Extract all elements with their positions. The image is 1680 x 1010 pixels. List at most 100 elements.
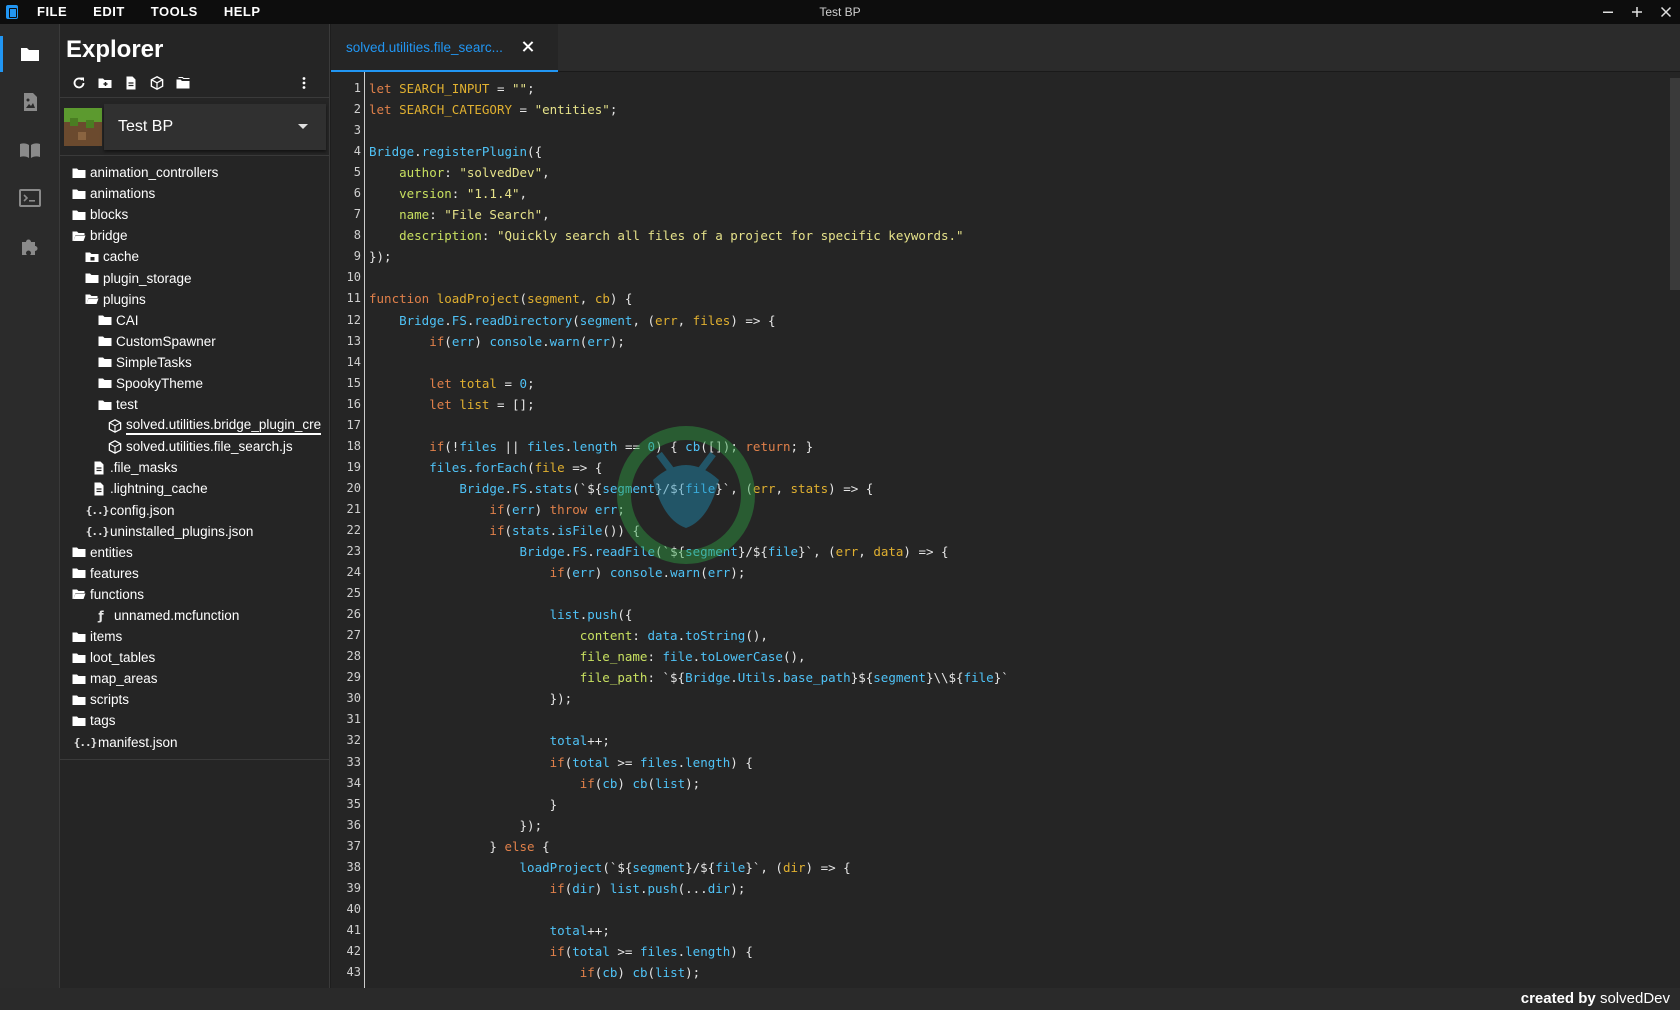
code-line[interactable]: Bridge.registerPlugin({ xyxy=(369,141,1009,162)
tab-file-search[interactable]: solved.utilities.file_searc... xyxy=(331,24,558,72)
tree-folder[interactable]: features xyxy=(60,563,329,584)
tree-folder[interactable]: map_areas xyxy=(60,668,329,689)
close-icon[interactable] xyxy=(520,39,536,55)
code-line[interactable]: } else { xyxy=(369,836,1009,857)
tree-folder[interactable]: loot_tables xyxy=(60,647,329,668)
docs-activity-button[interactable] xyxy=(0,126,60,174)
code-line[interactable]: }); xyxy=(369,815,1009,836)
code-line[interactable]: let total = 0; xyxy=(369,373,1009,394)
code-line[interactable]: if(total >= files.length) { xyxy=(369,752,1009,773)
code-line[interactable]: total++; xyxy=(369,730,1009,751)
code-line[interactable]: name: "File Search", xyxy=(369,204,1009,225)
code-line[interactable]: if(total >= files.length) { xyxy=(369,941,1009,962)
refresh-button[interactable] xyxy=(68,72,90,94)
tree-folder[interactable]: plugins xyxy=(60,289,329,310)
code-line[interactable]: Bridge.FS.stats(`${segment}/${file}`, (e… xyxy=(369,478,1009,499)
assets-activity-button[interactable] xyxy=(0,78,60,126)
menu-tools[interactable]: TOOLS xyxy=(138,0,211,24)
code-line[interactable]: Bridge.FS.readDirectory(segment, (err, f… xyxy=(369,310,1009,331)
tree-folder[interactable]: entities xyxy=(60,542,329,563)
more-options-button[interactable] xyxy=(293,72,315,94)
tree-folder[interactable]: blocks xyxy=(60,204,329,225)
tree-folder[interactable]: items xyxy=(60,626,329,647)
tree-file[interactable]: solved.utilities.bridge_plugin_cre xyxy=(60,415,329,436)
tree-file[interactable]: {..} manifest.json xyxy=(60,732,329,753)
code-line[interactable]: }); xyxy=(369,688,1009,709)
tree-file[interactable]: solved.utilities.file_search.js xyxy=(60,436,329,457)
tree-folder[interactable]: CustomSpawner xyxy=(60,331,329,352)
code-content[interactable]: let SEARCH_INPUT = ""; let SEARCH_CATEGOR… xyxy=(369,78,1009,983)
code-line[interactable]: description: "Quickly search all files o… xyxy=(369,225,1009,246)
tree-file[interactable]: {..} uninstalled_plugins.json xyxy=(60,521,329,542)
new-file-button[interactable] xyxy=(120,72,142,94)
project-select[interactable]: Test BP xyxy=(104,103,326,150)
code-line[interactable]: author: "solvedDev", xyxy=(369,162,1009,183)
tree-folder[interactable]: animation_controllers xyxy=(60,162,329,183)
code-area[interactable]: 1 2 3 4 5 6 7 8 9 10 11 12 13 14 15 16 17 18 19 20 21 22 23 24 2… xyxy=(331,72,1680,988)
code-line[interactable]: if(cb) cb(list); xyxy=(369,773,1009,794)
code-line[interactable]: loadProject(`${segment}/${file}`, (dir) … xyxy=(369,857,1009,878)
scrollbar-track[interactable] xyxy=(1670,72,1680,988)
scrollbar-thumb[interactable] xyxy=(1670,78,1680,290)
code-line[interactable] xyxy=(369,120,1009,141)
explorer-activity-button[interactable] xyxy=(0,30,60,78)
open-folders-button[interactable] xyxy=(172,72,194,94)
code-line[interactable] xyxy=(369,583,1009,604)
tree-folder[interactable]: plugin_storage xyxy=(60,267,329,288)
code-line[interactable]: function loadProject(segment, cb) { xyxy=(369,288,1009,309)
code-line[interactable]: list.push({ xyxy=(369,604,1009,625)
new-folder-button[interactable] xyxy=(94,72,116,94)
code-line[interactable]: if(err) console.warn(err); xyxy=(369,331,1009,352)
terminal-activity-button[interactable] xyxy=(0,174,60,222)
code-line[interactable]: } xyxy=(369,794,1009,815)
tree-folder[interactable]: tags xyxy=(60,710,329,731)
plugins-activity-button[interactable] xyxy=(0,222,60,270)
code-line[interactable]: version: "1.1.4", xyxy=(369,183,1009,204)
tree-folder[interactable]: functions xyxy=(60,584,329,605)
code-line[interactable]: let SEARCH_CATEGORY = "entities"; xyxy=(369,99,1009,120)
code-line[interactable]: if(err) throw err; xyxy=(369,499,1009,520)
tree-folder[interactable]: cache xyxy=(60,246,329,267)
tree-folder[interactable]: animations xyxy=(60,183,329,204)
bridge-logo-icon xyxy=(0,0,24,24)
code-line[interactable]: if(stats.isFile()) { xyxy=(369,520,1009,541)
code-line[interactable] xyxy=(369,899,1009,920)
code-line[interactable]: let list = []; xyxy=(369,394,1009,415)
tree-folder[interactable]: test xyxy=(60,394,329,415)
tree-folder[interactable]: bridge xyxy=(60,225,329,246)
code-line[interactable] xyxy=(369,352,1009,373)
code-line[interactable]: if(err) console.warn(err); xyxy=(369,562,1009,583)
code-line[interactable]: }); xyxy=(369,246,1009,267)
code-line[interactable]: if(cb) cb(list); xyxy=(369,962,1009,983)
code-line[interactable] xyxy=(369,415,1009,436)
tree-folder[interactable]: SimpleTasks xyxy=(60,352,329,373)
code-line[interactable]: Bridge.FS.readFile(`${segment}/${file}`,… xyxy=(369,541,1009,562)
tree-file[interactable]: .lightning_cache xyxy=(60,478,329,499)
close-window-button[interactable] xyxy=(1651,0,1680,24)
menu-help[interactable]: HELP xyxy=(211,0,274,24)
minimize-button[interactable] xyxy=(1593,0,1622,24)
code-line[interactable]: file_path: `${Bridge.Utils.base_path}${s… xyxy=(369,667,1009,688)
code-line[interactable]: content: data.toString(), xyxy=(369,625,1009,646)
tree-folder[interactable]: SpookyTheme xyxy=(60,373,329,394)
maximize-button[interactable] xyxy=(1622,0,1651,24)
menu-file[interactable]: FILE xyxy=(24,0,80,24)
code-line[interactable] xyxy=(369,709,1009,730)
code-line[interactable]: files.forEach(file => { xyxy=(369,457,1009,478)
folder-open-icon xyxy=(72,587,86,601)
menu-edit[interactable]: EDIT xyxy=(80,0,138,24)
code-line[interactable]: if(!files || files.length == 0) { cb([])… xyxy=(369,436,1009,457)
tree-file[interactable]: .file_masks xyxy=(60,457,329,478)
package-button[interactable] xyxy=(146,72,168,94)
code-line[interactable]: if(dir) list.push(...dir); xyxy=(369,878,1009,899)
code-line[interactable]: let SEARCH_INPUT = ""; xyxy=(369,78,1009,99)
code-token: ) => { xyxy=(903,544,949,560)
code-line[interactable]: total++; xyxy=(369,920,1009,941)
code-line[interactable]: file_name: file.toLowerCase(), xyxy=(369,646,1009,667)
tree-folder[interactable]: CAI xyxy=(60,310,329,331)
tree-file[interactable]: {..} config.json xyxy=(60,500,329,521)
tree-folder[interactable]: scripts xyxy=(60,689,329,710)
tree-file[interactable]: ƒ unnamed.mcfunction xyxy=(60,605,329,626)
line-number: 39 xyxy=(346,880,361,895)
code-line[interactable] xyxy=(369,267,1009,288)
